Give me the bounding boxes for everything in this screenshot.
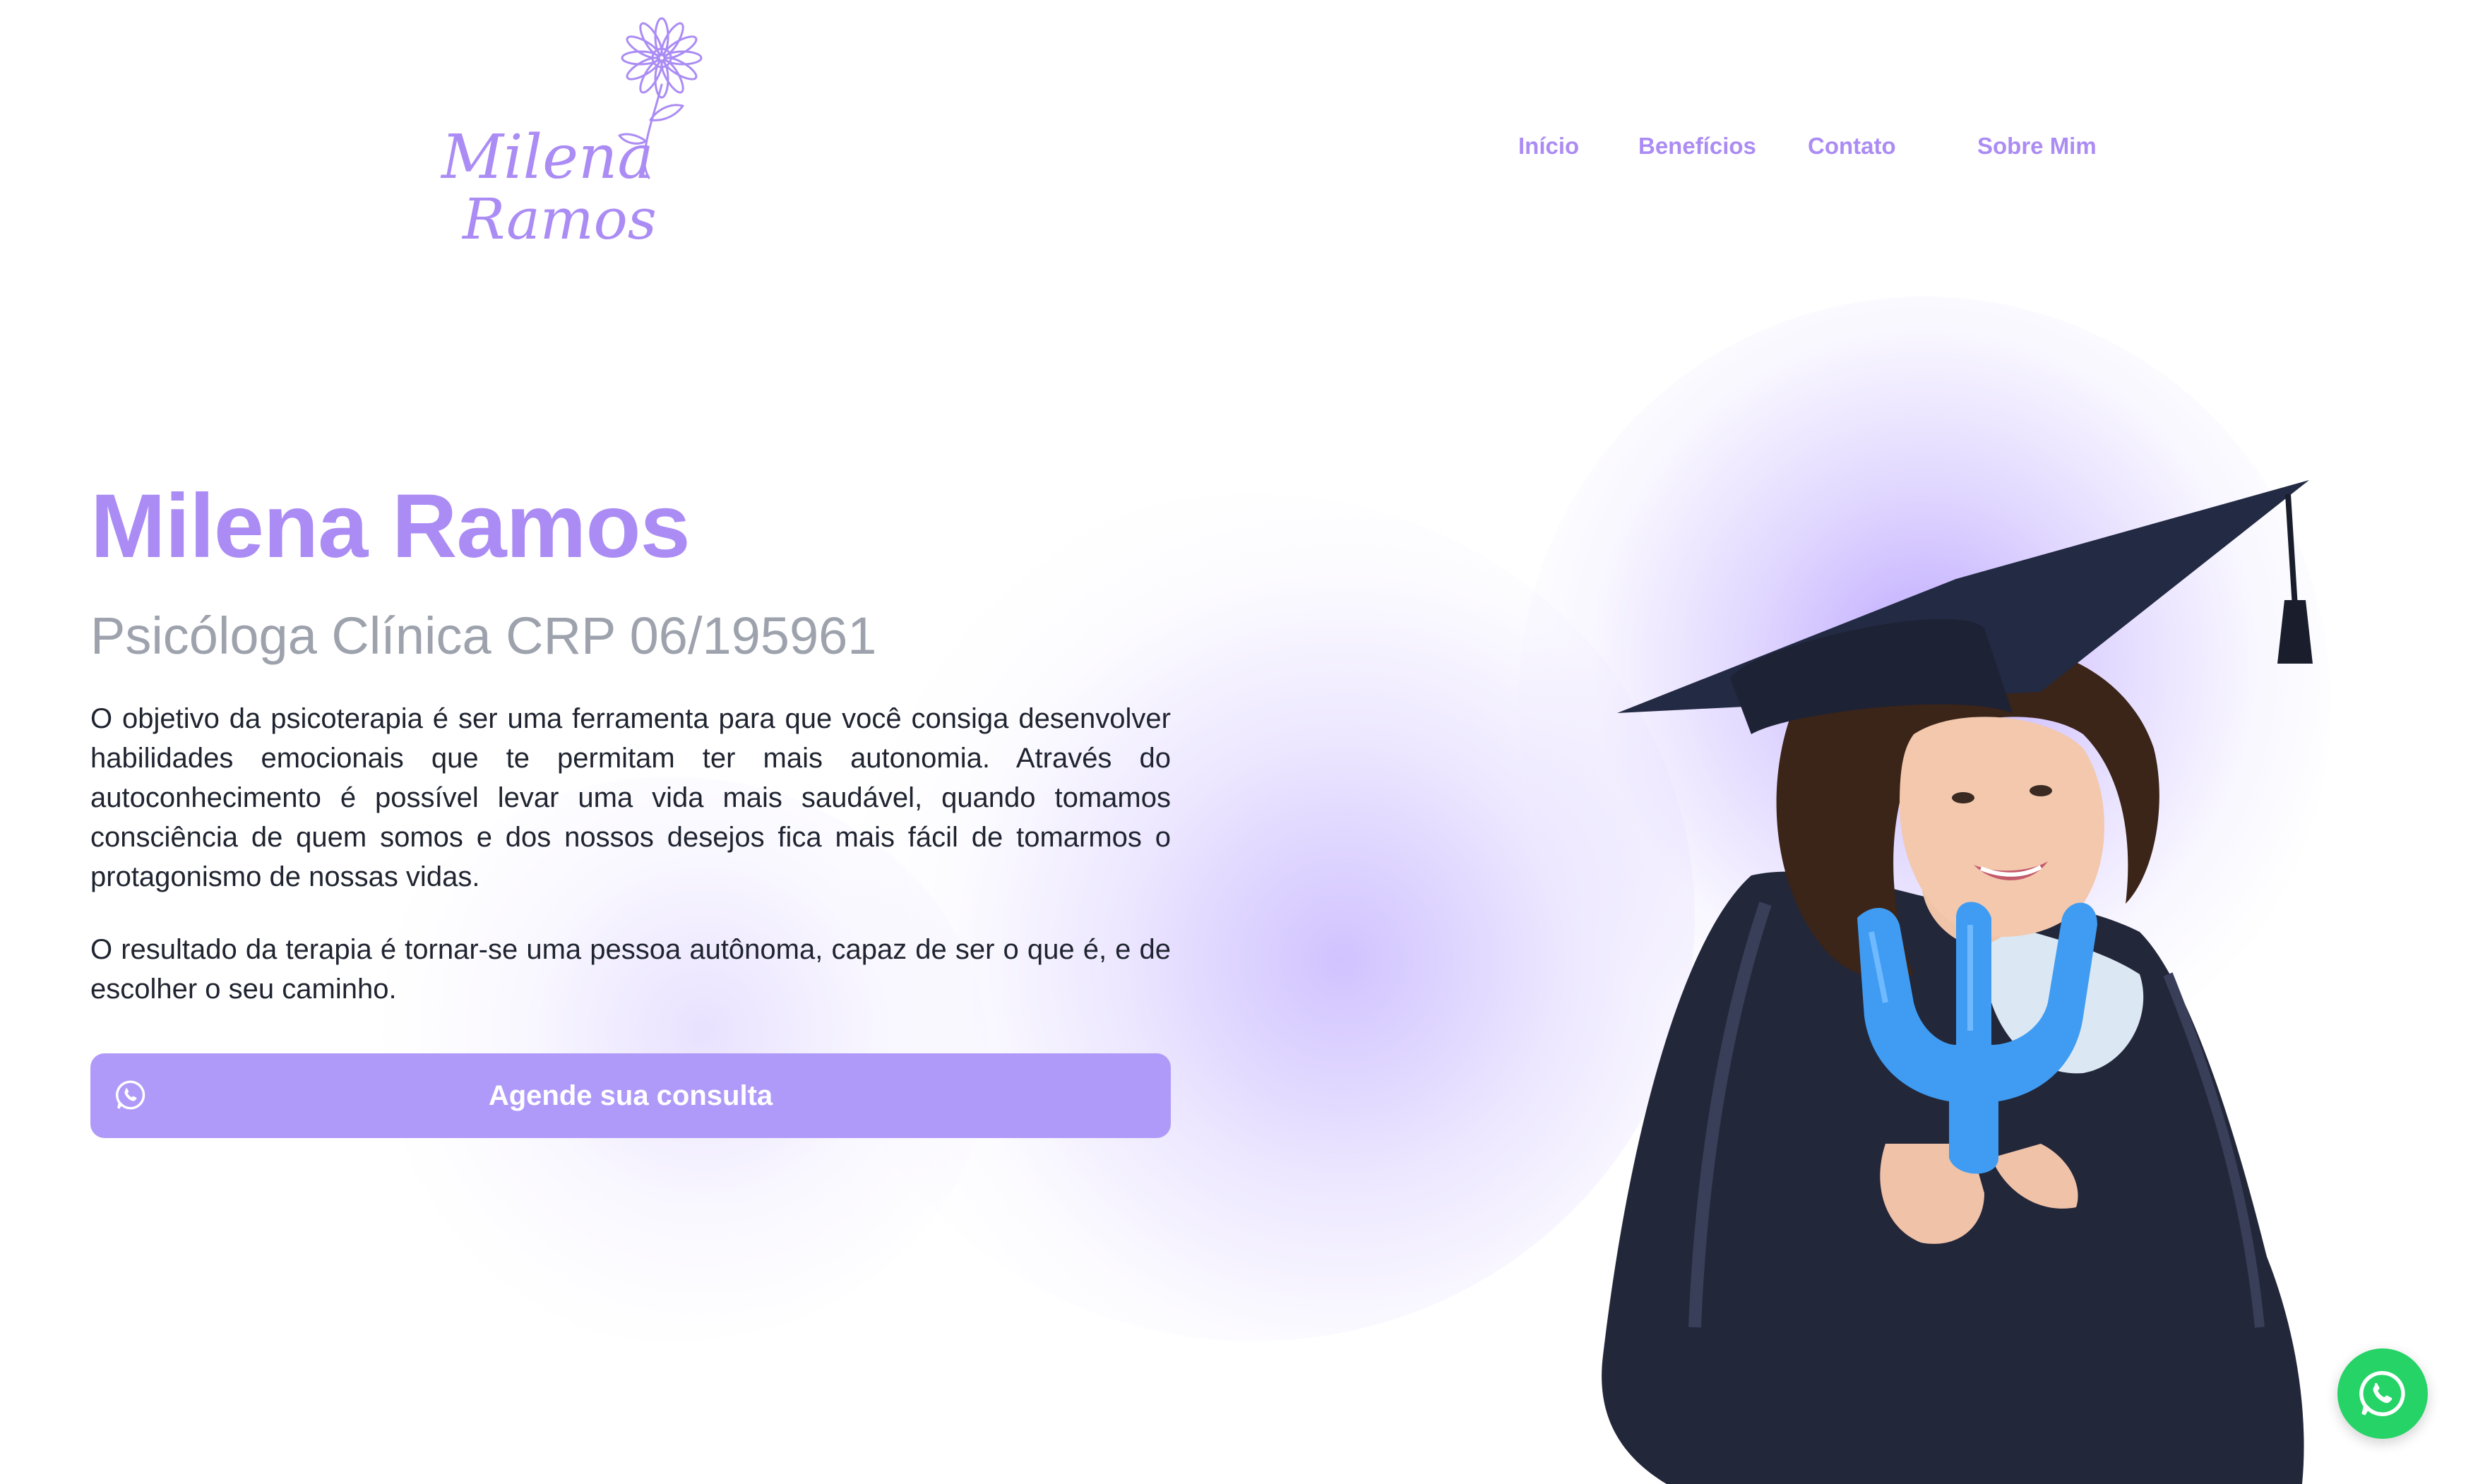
nav-item-inicio[interactable]: Início — [1518, 133, 1579, 160]
logo-text-line1: Milena — [440, 122, 654, 193]
nav-item-sobre-mim[interactable]: Sobre Mim — [1977, 133, 2097, 160]
schedule-appointment-button[interactable]: Agende sua consulta — [90, 1053, 1171, 1138]
site-logo[interactable]: Milena Ramos — [434, 14, 717, 252]
logo-text-line2: Ramos — [461, 186, 657, 247]
whatsapp-icon — [2359, 1371, 2405, 1416]
hero-paragraph-2: O resultado da terapia é tornar-se uma p… — [90, 934, 1171, 1005]
nav-item-beneficios[interactable]: Benefícios — [1638, 133, 1756, 160]
schedule-appointment-label: Agende sua consulta — [488, 1080, 773, 1111]
hero-paragraph-1: O objetivo da psicoterapia é ser uma fer… — [90, 703, 1171, 892]
landing-page: Milena Ramos Início Benefícios Contato S… — [0, 0, 2473, 1484]
flower-logo-icon: Milena Ramos — [440, 17, 703, 252]
whatsapp-floating-button[interactable] — [2337, 1348, 2428, 1439]
graduate-portrait-image — [1589, 480, 2337, 1484]
nav-item-contato[interactable]: Contato — [1808, 133, 1896, 160]
hero-subtitle: Psicóloga Clínica CRP 06/195961 — [90, 606, 877, 665]
hero-title: Milena Ramos — [90, 476, 691, 577]
background-glow — [812, 494, 1695, 1341]
